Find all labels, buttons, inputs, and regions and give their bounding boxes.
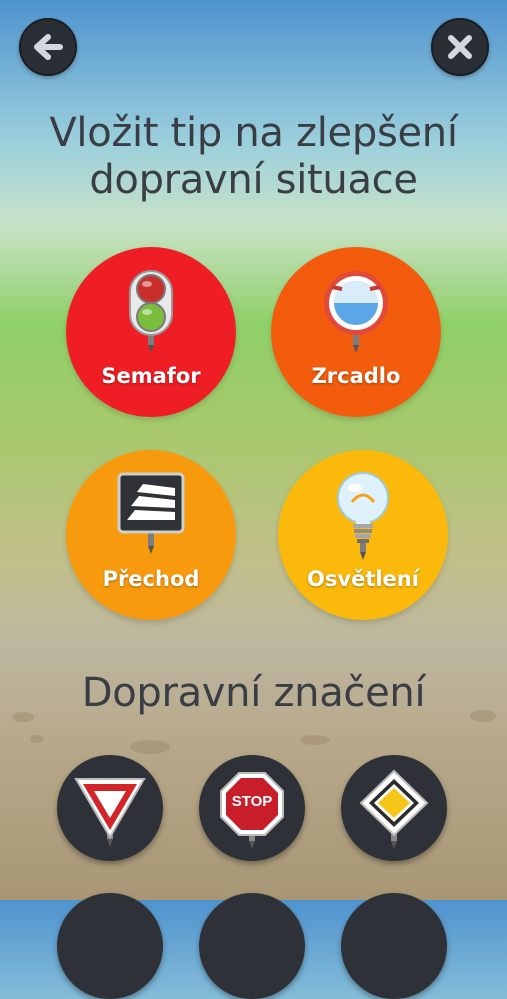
category-label: Zrcadlo xyxy=(311,364,401,388)
ground-decoration xyxy=(300,735,330,745)
category-label: Přechod xyxy=(102,567,200,591)
crosswalk-sign-icon xyxy=(117,472,185,554)
category-label: Semafor xyxy=(101,364,201,388)
traffic-light-icon xyxy=(129,270,173,353)
sign-stop-button[interactable]: STOP xyxy=(199,755,305,861)
light-bulb-icon xyxy=(337,472,389,560)
tip-title-line1: Vložit tip na zlepšení xyxy=(49,110,458,156)
sign-yield-button[interactable] xyxy=(57,755,163,861)
sign-button-partial[interactable] xyxy=(199,893,305,999)
traffic-mirror-icon xyxy=(324,271,388,353)
ground-decoration xyxy=(130,740,170,754)
tip-section-title: Vložit tip na zlepšení dopravní situace xyxy=(0,110,507,204)
yield-sign-icon xyxy=(74,778,146,847)
arrow-left-icon xyxy=(34,34,63,60)
stop-sign-text: STOP xyxy=(231,793,273,810)
category-semafor-button[interactable]: Semafor xyxy=(66,247,236,417)
category-prechod-button[interactable]: Přechod xyxy=(66,450,236,620)
category-zrcadlo-button[interactable]: Zrcadlo xyxy=(271,247,441,417)
ground-decoration xyxy=(30,735,44,743)
back-button[interactable] xyxy=(19,18,77,76)
close-button[interactable] xyxy=(431,18,489,76)
sign-priority-road-button[interactable] xyxy=(341,755,447,861)
signs-section-title: Dopravní značení xyxy=(81,670,426,716)
category-label: Osvětlení xyxy=(307,567,419,591)
close-x-icon xyxy=(448,35,472,59)
tip-title-line2: dopravní situace xyxy=(89,157,418,203)
priority-road-sign-icon xyxy=(359,769,429,849)
sign-button-partial[interactable] xyxy=(57,893,163,999)
category-osvetleni-button[interactable]: Osvětlení xyxy=(278,450,448,620)
sign-button-partial[interactable] xyxy=(341,893,447,999)
